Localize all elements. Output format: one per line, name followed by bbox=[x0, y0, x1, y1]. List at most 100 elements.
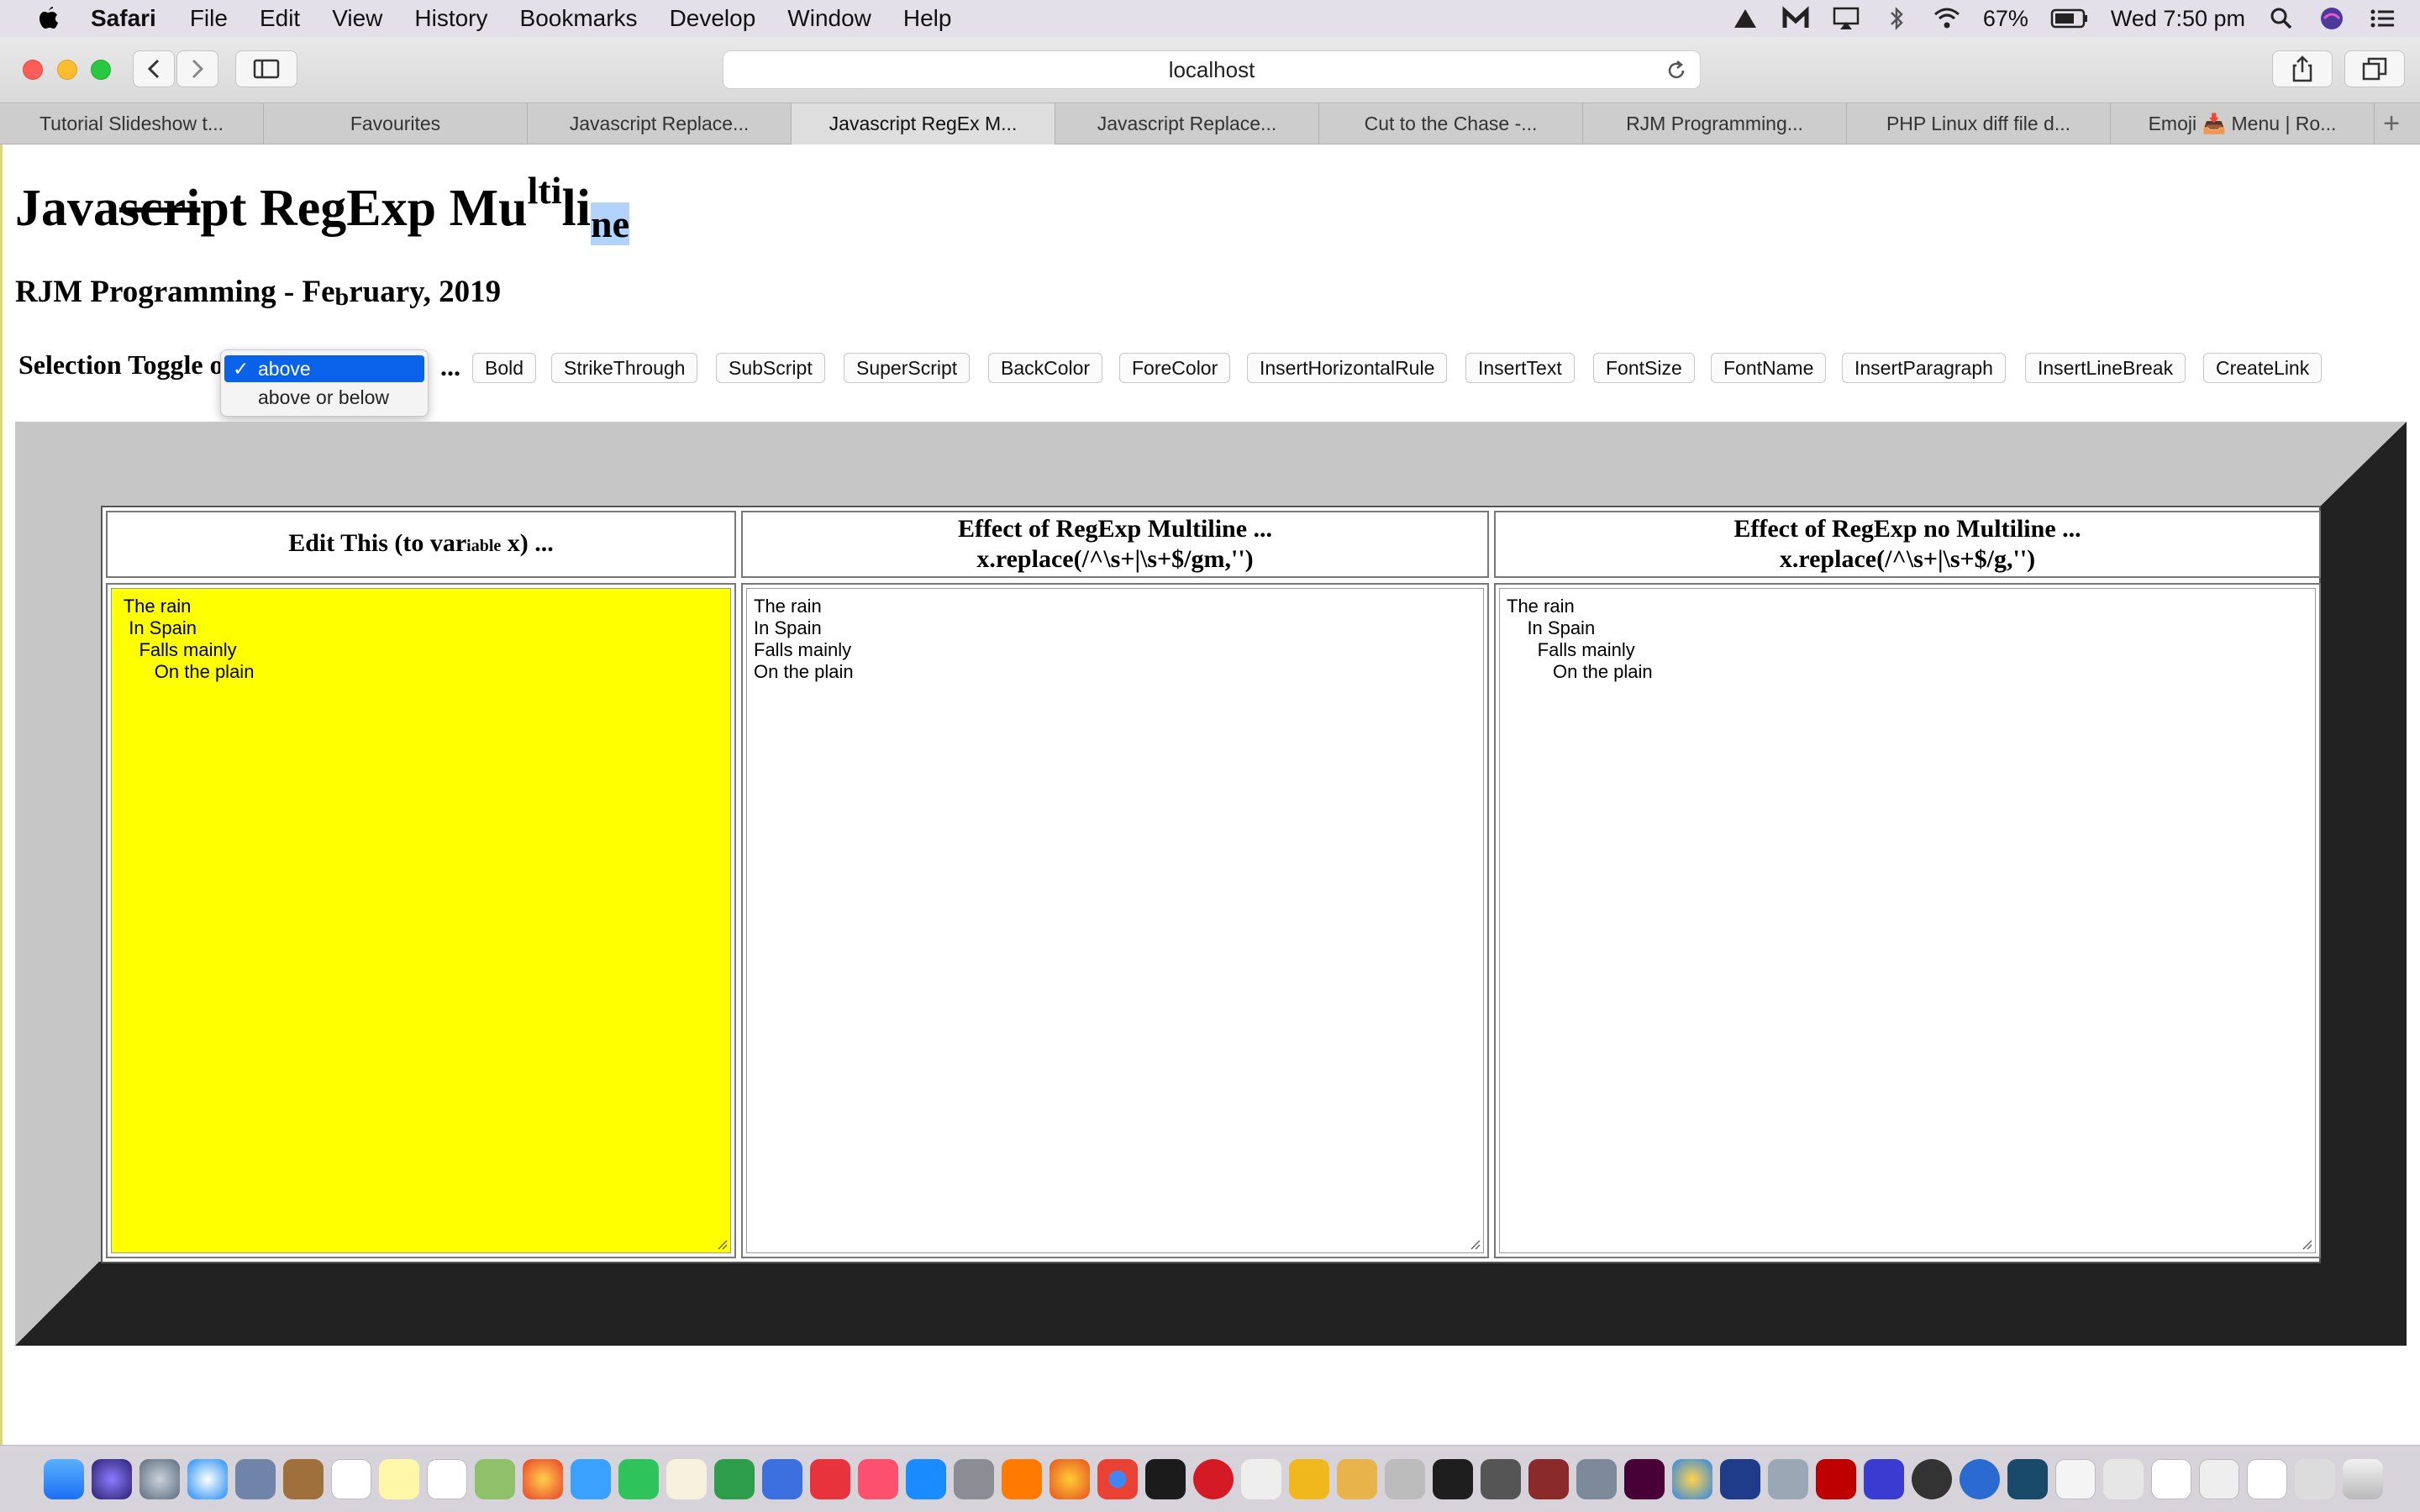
keynote-icon[interactable] bbox=[762, 1458, 802, 1499]
xcode-instruments-icon[interactable] bbox=[2007, 1458, 2048, 1499]
preview-icon[interactable] bbox=[235, 1458, 276, 1499]
news-icon[interactable] bbox=[810, 1458, 850, 1499]
airplay-icon[interactable] bbox=[1832, 6, 1860, 31]
script-editor-icon[interactable] bbox=[1337, 1458, 1377, 1499]
notes-icon[interactable] bbox=[379, 1458, 419, 1499]
numbers-icon[interactable] bbox=[714, 1458, 755, 1499]
backcolor-button[interactable]: BackColor bbox=[988, 353, 1103, 383]
edit-textarea[interactable]: The rain In Spain Falls mainly On the pl… bbox=[111, 588, 731, 1253]
bluetooth-icon[interactable] bbox=[1882, 6, 1911, 31]
strikethrough-button[interactable]: StrikeThrough bbox=[551, 353, 698, 383]
siri-dock-icon[interactable] bbox=[92, 1458, 132, 1499]
window-stack-icon[interactable] bbox=[2103, 1458, 2144, 1499]
clock[interactable]: Wed 7:50 pm bbox=[2111, 6, 2245, 32]
address-bar[interactable]: localhost bbox=[723, 50, 1701, 89]
finder-icon[interactable] bbox=[44, 1458, 84, 1499]
subscript-button[interactable]: SubScript bbox=[716, 353, 825, 383]
apple-icon[interactable] bbox=[35, 4, 60, 33]
tab-javascript-regex-multiline[interactable]: Javascript RegEx M... bbox=[792, 103, 1055, 144]
avast-icon[interactable] bbox=[1002, 1458, 1042, 1499]
opera-icon[interactable] bbox=[1193, 1458, 1234, 1499]
font-size-button[interactable]: FontSize bbox=[1593, 353, 1695, 383]
superscript-button[interactable]: SuperScript bbox=[844, 353, 971, 383]
forward-button[interactable] bbox=[176, 50, 218, 87]
reload-icon[interactable] bbox=[1665, 59, 1688, 82]
tab-javascript-replace-2[interactable]: Javascript Replace... bbox=[1055, 103, 1319, 144]
safari-icon[interactable] bbox=[187, 1458, 228, 1499]
chrome-icon[interactable] bbox=[1097, 1458, 1138, 1499]
menu-develop[interactable]: Develop bbox=[670, 5, 756, 32]
insert-paragraph-button[interactable]: InsertParagraph bbox=[1842, 353, 2006, 383]
file-stack-icon-2[interactable] bbox=[2199, 1458, 2239, 1499]
color-picker-icon[interactable] bbox=[1672, 1458, 1712, 1499]
photos-icon[interactable] bbox=[523, 1458, 563, 1499]
selection-toggle-dropdown[interactable]: ✓ above above or below bbox=[220, 349, 429, 417]
reminders-icon[interactable] bbox=[427, 1458, 467, 1499]
menu-app-safari[interactable]: Safari bbox=[91, 5, 156, 32]
file-stack-icon-3[interactable] bbox=[2247, 1458, 2287, 1499]
menu-bookmarks[interactable]: Bookmarks bbox=[520, 5, 638, 32]
tab-tutorial-slideshow[interactable]: Tutorial Slideshow t... bbox=[0, 103, 264, 144]
pages-icon[interactable] bbox=[666, 1458, 707, 1499]
trash-icon[interactable] bbox=[2343, 1458, 2383, 1499]
siri-icon[interactable] bbox=[2317, 6, 2346, 31]
menu-history[interactable]: History bbox=[414, 5, 487, 32]
show-tabs-button[interactable] bbox=[2344, 50, 2405, 87]
app-store-icon[interactable] bbox=[906, 1458, 946, 1499]
create-link-button[interactable]: CreateLink bbox=[2203, 353, 2323, 383]
forecolor-button[interactable]: ForeColor bbox=[1119, 353, 1231, 383]
resize-grip-icon[interactable] bbox=[2301, 1238, 2312, 1250]
insert-text-button[interactable]: InsertText bbox=[1465, 353, 1575, 383]
tab-favourites[interactable]: Favourites bbox=[264, 103, 528, 144]
no-multiline-result-textarea[interactable]: The rain In Spain Falls mainly On the pl… bbox=[1499, 588, 2316, 1253]
quicktime-icon[interactable] bbox=[1576, 1458, 1617, 1499]
facetime-icon[interactable] bbox=[618, 1458, 659, 1499]
sidebar-toggle-button[interactable] bbox=[235, 50, 297, 87]
share-button[interactable] bbox=[2272, 50, 2333, 87]
new-tab-button[interactable]: + bbox=[2375, 103, 2408, 144]
wifi-icon[interactable] bbox=[1933, 6, 1961, 31]
image-capture-icon[interactable] bbox=[1768, 1458, 1808, 1499]
phpstorm-icon[interactable] bbox=[1145, 1458, 1186, 1499]
screenshot-stack-icon[interactable] bbox=[2295, 1458, 2335, 1499]
adobe-xd-icon[interactable] bbox=[1624, 1458, 1665, 1499]
font-name-button[interactable]: FontName bbox=[1711, 353, 1827, 383]
tab-php-linux-diff[interactable]: PHP Linux diff file d... bbox=[1847, 103, 2111, 144]
dropdown-option-above-or-below[interactable]: above or below bbox=[224, 384, 424, 411]
photo-booth-icon[interactable] bbox=[1528, 1458, 1569, 1499]
maps-icon[interactable] bbox=[475, 1458, 515, 1499]
tab-rjm-programming[interactable]: RJM Programming... bbox=[1583, 103, 1847, 144]
audio-app-icon[interactable] bbox=[1864, 1458, 1904, 1499]
battery-icon[interactable] bbox=[2050, 8, 2089, 29]
resize-grip-icon[interactable] bbox=[1469, 1238, 1481, 1250]
cyberduck-icon[interactable] bbox=[1289, 1458, 1329, 1499]
close-window-button[interactable] bbox=[23, 60, 43, 80]
menu-view[interactable]: View bbox=[332, 5, 382, 32]
malwarebytes-icon[interactable] bbox=[1781, 6, 1810, 31]
menu-edit[interactable]: Edit bbox=[260, 5, 300, 32]
font-app-icon[interactable] bbox=[1912, 1458, 1952, 1499]
tab-javascript-replace-1[interactable]: Javascript Replace... bbox=[528, 103, 792, 144]
inkscape-icon[interactable] bbox=[1481, 1458, 1521, 1499]
dropdown-option-above[interactable]: ✓ above bbox=[224, 355, 424, 382]
menu-help[interactable]: Help bbox=[903, 5, 952, 32]
app-icon[interactable] bbox=[1385, 1458, 1425, 1499]
document-stack-icon[interactable] bbox=[2055, 1458, 2096, 1499]
insert-horizontal-rule-button[interactable]: InsertHorizontalRule bbox=[1247, 353, 1448, 383]
tab-emoji-menu[interactable]: Emoji 📥 Menu | Ro... bbox=[2111, 103, 2375, 144]
menu-window[interactable]: Window bbox=[787, 5, 871, 32]
notification-center-icon[interactable] bbox=[2368, 6, 2396, 31]
terminal-icon[interactable] bbox=[1433, 1458, 1473, 1499]
filezilla-icon[interactable] bbox=[1816, 1458, 1856, 1499]
firefox-icon[interactable] bbox=[1050, 1458, 1090, 1499]
messages-icon[interactable] bbox=[571, 1458, 611, 1499]
resize-grip-icon[interactable] bbox=[716, 1238, 728, 1250]
system-preferences-icon[interactable] bbox=[954, 1458, 994, 1499]
music-icon[interactable] bbox=[858, 1458, 898, 1499]
menu-file[interactable]: File bbox=[190, 5, 228, 32]
spotlight-search-icon[interactable] bbox=[2267, 6, 2296, 31]
bold-button[interactable]: Bold bbox=[472, 353, 537, 383]
sequel-pro-icon[interactable] bbox=[1241, 1458, 1281, 1499]
file-stack-icon[interactable] bbox=[2151, 1458, 2191, 1499]
calendar-icon[interactable] bbox=[331, 1458, 371, 1499]
